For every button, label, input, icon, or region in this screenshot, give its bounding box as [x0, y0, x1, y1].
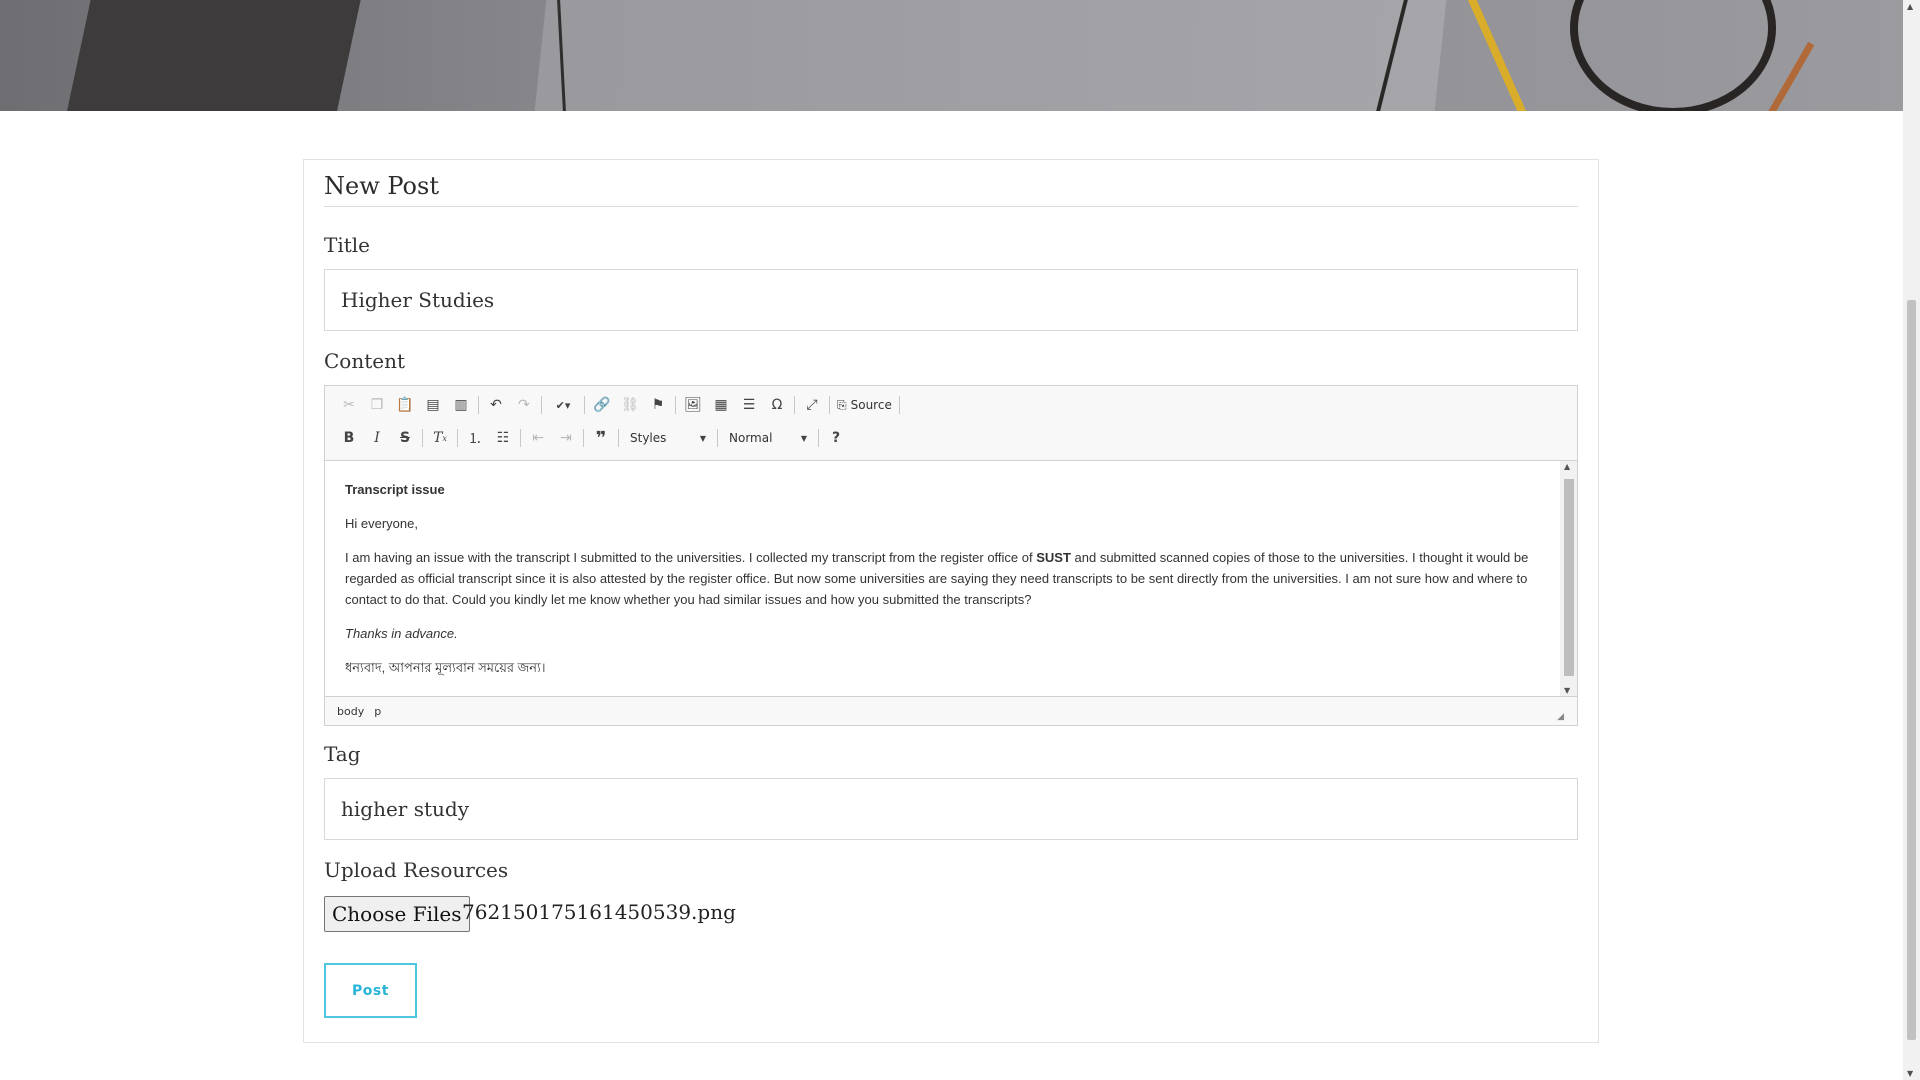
toolbar-separator: [818, 429, 819, 447]
scroll-up-icon[interactable]: ▲: [1564, 462, 1570, 471]
chevron-down-icon: ▼: [699, 433, 706, 443]
page-scrollbar-thumb[interactable]: [1907, 300, 1916, 1040]
content-heading: Transcript issue: [345, 482, 445, 497]
content-closing: Thanks in advance.: [345, 626, 458, 641]
toolbar-separator: [898, 396, 900, 414]
remove-format-icon[interactable]: Tx: [426, 426, 454, 450]
paste-word-icon[interactable]: ▥: [447, 393, 475, 417]
editor-path-bar: body p ◢: [325, 696, 1577, 725]
source-label: Source: [850, 398, 892, 412]
toolbar-separator: [675, 396, 676, 414]
scroll-down-icon[interactable]: ▼: [1907, 1069, 1913, 1078]
toolbar-separator: [422, 429, 423, 447]
format-dropdown[interactable]: Normal ▼: [721, 428, 815, 448]
editor-scrollbar[interactable]: ▲ ▼: [1560, 461, 1577, 696]
source-icon: ⎘: [837, 397, 847, 412]
content-greeting: Hi everyone,: [345, 516, 418, 531]
banner-book: [65, 0, 365, 111]
outdent-icon[interactable]: ⇤: [524, 426, 552, 450]
styles-dropdown[interactable]: Styles ▼: [622, 428, 714, 448]
content-label: Content: [324, 349, 406, 373]
page-scrollbar[interactable]: ▲ ▼: [1903, 0, 1920, 1080]
path-item-body[interactable]: body: [337, 705, 364, 718]
rich-text-editor: ✂ ❐ 📋 ▤ ▥ ↶ ↷ ✔▾ 🔗 ⛓ ⚑ 🖼 ▦ ☰ Ω ⤢ ⎘ Sourc…: [324, 385, 1578, 726]
cut-icon[interactable]: ✂: [335, 393, 363, 417]
styles-dropdown-label: Styles: [630, 431, 667, 445]
scroll-down-icon[interactable]: ▼: [1564, 686, 1570, 695]
toolbar-separator: [717, 429, 718, 447]
redo-icon[interactable]: ↷: [510, 393, 538, 417]
header-banner-image: [0, 0, 1903, 111]
editor-scrollbar-thumb[interactable]: [1564, 479, 1574, 676]
path-item-p[interactable]: p: [374, 705, 381, 718]
choose-files-button[interactable]: Choose Files: [324, 896, 470, 932]
upload-label: Upload Resources: [324, 858, 509, 882]
editor-toolbar: ✂ ❐ 📋 ▤ ▥ ↶ ↷ ✔▾ 🔗 ⛓ ⚑ 🖼 ▦ ☰ Ω ⤢ ⎘ Sourc…: [325, 386, 1577, 461]
divider: [324, 206, 1578, 207]
toolbar-separator: [583, 429, 584, 447]
page-title: New Post: [324, 172, 439, 200]
toolbar-row-1: ✂ ❐ 📋 ▤ ▥ ↶ ↷ ✔▾ 🔗 ⛓ ⚑ 🖼 ▦ ☰ Ω ⤢ ⎘ Sourc…: [335, 393, 903, 417]
chosen-file-name: 762150175161450539.png: [462, 900, 736, 924]
title-input[interactable]: Higher Studies: [324, 269, 1578, 331]
tag-label: Tag: [324, 742, 361, 766]
toolbar-separator: [618, 429, 619, 447]
scroll-up-icon[interactable]: ▲: [1907, 2, 1913, 11]
special-char-icon[interactable]: Ω: [763, 393, 791, 417]
toolbar-separator: [457, 429, 458, 447]
toolbar-separator: [584, 396, 585, 414]
numbered-list-icon[interactable]: ⒈: [461, 426, 489, 450]
italic-icon[interactable]: I: [363, 426, 391, 450]
source-button[interactable]: ⎘ Source: [833, 393, 896, 417]
toolbar-separator: [520, 429, 521, 447]
help-icon[interactable]: ?: [822, 426, 850, 450]
table-icon[interactable]: ▦: [707, 393, 735, 417]
indent-icon[interactable]: ⇥: [552, 426, 580, 450]
blockquote-icon[interactable]: ❞: [587, 426, 615, 450]
maximize-icon[interactable]: ⤢: [798, 393, 826, 417]
strike-icon[interactable]: S: [391, 426, 419, 450]
editor-content-area[interactable]: Transcript issue Hi everyone, I am havin…: [325, 461, 1561, 696]
banner-pencil: [1466, 0, 1532, 111]
banner-paper: [532, 0, 1448, 111]
paste-text-icon[interactable]: ▤: [419, 393, 447, 417]
chevron-down-icon: ▼: [800, 433, 807, 443]
content-bangla: ধন্যবাদ, আপনার মূল্যবান সময়ের জন্য।: [345, 660, 546, 675]
content-body: I am having an issue with the transcript…: [345, 550, 1529, 607]
bold-icon[interactable]: B: [335, 426, 363, 450]
format-dropdown-label: Normal: [729, 431, 773, 445]
title-label: Title: [324, 233, 371, 257]
tag-input[interactable]: higher study: [324, 778, 1578, 840]
new-post-form: New Post Title Higher Studies Content ✂ …: [303, 159, 1599, 1043]
anchor-icon[interactable]: ⚑: [644, 393, 672, 417]
horizontal-rule-icon[interactable]: ☰: [735, 393, 763, 417]
toolbar-separator: [478, 396, 479, 414]
image-icon[interactable]: 🖼: [679, 393, 707, 417]
toolbar-separator: [541, 396, 542, 414]
spellcheck-icon[interactable]: ✔▾: [545, 393, 581, 417]
resize-handle-icon[interactable]: ◢: [1557, 712, 1564, 722]
undo-icon[interactable]: ↶: [482, 393, 510, 417]
link-icon[interactable]: 🔗: [588, 393, 616, 417]
copy-icon[interactable]: ❐: [363, 393, 391, 417]
toolbar-separator: [794, 396, 795, 414]
paste-icon[interactable]: 📋: [391, 393, 419, 417]
toolbar-separator: [829, 396, 830, 414]
post-button[interactable]: Post: [324, 963, 417, 1018]
unlink-icon[interactable]: ⛓: [616, 393, 644, 417]
toolbar-row-2: B I S Tx ⒈ ☷ ⇤ ⇥ ❞ Styles ▼ Normal ▼ ?: [335, 426, 850, 450]
bulleted-list-icon[interactable]: ☷: [489, 426, 517, 450]
